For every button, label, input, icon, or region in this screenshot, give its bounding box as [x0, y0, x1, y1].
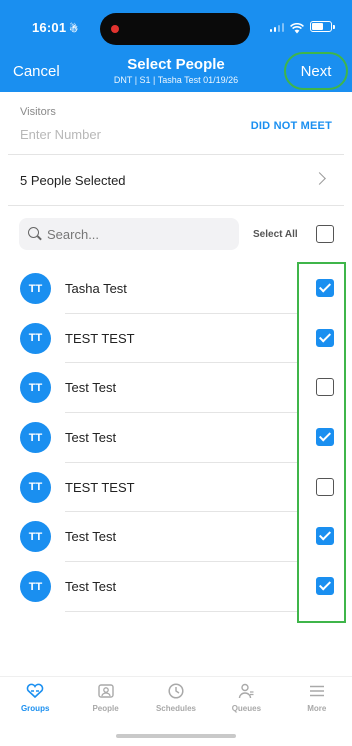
- checked-checkbox[interactable]: [316, 428, 334, 447]
- avatar: TT: [20, 273, 51, 304]
- tab-bar: Groups People Schedules Queues More: [0, 676, 352, 724]
- battery-icon: [310, 21, 335, 32]
- person-row[interactable]: TT TEST TEST: [0, 314, 352, 364]
- tab-label: People: [92, 704, 119, 713]
- cellular-signal-icon: [269, 22, 284, 32]
- checked-checkbox[interactable]: [316, 328, 334, 347]
- tab-label: More: [307, 704, 327, 713]
- tab-schedules[interactable]: Schedules: [141, 677, 211, 724]
- tab-more[interactable]: More: [282, 677, 352, 724]
- divider: [65, 610, 299, 612]
- time-text: 16:01: [32, 20, 67, 35]
- tab-queues[interactable]: Queues: [211, 677, 281, 724]
- person-row[interactable]: TT Test Test: [0, 413, 352, 463]
- visitors-number-input[interactable]: [20, 125, 200, 143]
- clock-icon: [167, 683, 185, 699]
- select-all-label: Select All: [253, 229, 298, 240]
- checked-checkbox[interactable]: [316, 279, 334, 297]
- person-row[interactable]: TT Test Test: [0, 512, 352, 563]
- person-row[interactable]: TT Test Test: [0, 562, 352, 612]
- recording-dot-icon: [111, 25, 119, 33]
- person-name: Test Test: [65, 529, 117, 545]
- person-row[interactable]: TT Test Test: [0, 363, 352, 414]
- did-not-meet-button[interactable]: DID NOT MEET: [251, 120, 332, 132]
- next-button[interactable]: Next: [284, 52, 348, 90]
- avatar: TT: [20, 521, 51, 553]
- person-name: Test Test: [65, 579, 117, 595]
- people-list: TT Tasha Test TT TEST TEST TT Test Test TT Test…: [0, 264, 352, 612]
- tab-label: Queues: [231, 704, 262, 713]
- person-row[interactable]: TT Tasha Test: [0, 264, 352, 314]
- checked-checkbox[interactable]: [316, 527, 334, 546]
- dynamic-island: [100, 13, 250, 45]
- queues-icon: [237, 683, 255, 699]
- person-name: Test Test: [65, 430, 117, 446]
- search-icon: [28, 227, 42, 241]
- home-indicator: [116, 734, 236, 738]
- avatar: TT: [20, 571, 51, 603]
- visitors-label: Visitors: [20, 106, 56, 118]
- people-icon: [97, 683, 115, 699]
- tab-groups[interactable]: Groups: [0, 677, 70, 724]
- next-label: Next: [300, 62, 332, 80]
- avatar: TT: [20, 422, 51, 454]
- search-bar[interactable]: [19, 218, 239, 250]
- status-glyph: ☃: [69, 24, 79, 35]
- avatar: TT: [20, 372, 51, 404]
- status-icons: [269, 21, 335, 34]
- tab-people[interactable]: People: [71, 677, 141, 724]
- unchecked-checkbox[interactable]: [316, 477, 334, 496]
- menu-icon: [308, 683, 326, 699]
- people-selected-row[interactable]: 5 People Selected: [8, 155, 344, 205]
- people-selected-count: 5 People Selected: [20, 172, 126, 188]
- search-input[interactable]: [47, 226, 227, 242]
- avatar: TT: [20, 471, 51, 503]
- divider: [8, 205, 344, 206]
- status-time: 16:01 ☃: [32, 20, 78, 35]
- unchecked-checkbox[interactable]: [316, 378, 334, 397]
- chevron-right-icon: [313, 172, 326, 185]
- person-row[interactable]: TT TEST TEST: [0, 463, 352, 513]
- person-name: Test Test: [65, 380, 117, 396]
- groups-icon: [26, 683, 44, 699]
- avatar: TT: [20, 322, 51, 354]
- person-name: Tasha Test: [65, 281, 127, 296]
- wifi-icon: [290, 21, 304, 34]
- header-bar: 16:01 ☃ Cancel Select People DNT | S1 | T…: [0, 0, 352, 92]
- tab-label: Groups: [20, 704, 50, 713]
- person-name: TEST TEST: [65, 330, 135, 346]
- tab-label: Schedules: [155, 704, 196, 713]
- select-all-checkbox[interactable]: [316, 225, 334, 243]
- checked-checkbox[interactable]: [316, 577, 334, 596]
- person-name: TEST TEST: [65, 479, 135, 495]
